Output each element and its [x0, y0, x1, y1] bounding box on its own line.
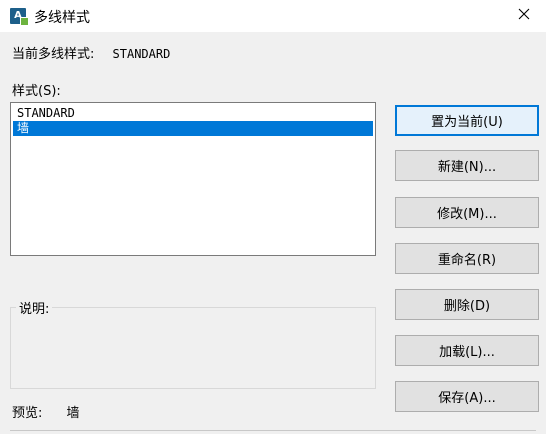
current-style-row: 当前多线样式: STANDARD: [12, 43, 170, 62]
rename-button[interactable]: 重命名(R): [395, 243, 539, 274]
set-current-button[interactable]: 置为当前(U): [395, 105, 539, 136]
modify-button[interactable]: 修改(M)...: [395, 197, 539, 228]
style-item-standard[interactable]: STANDARD: [13, 106, 373, 121]
styles-listbox[interactable]: STANDARD 墙: [10, 102, 376, 256]
delete-button[interactable]: 删除(D): [395, 289, 539, 320]
preview-label: 预览:: [12, 406, 43, 421]
styles-label: 样式(S):: [12, 84, 61, 99]
style-item-wall[interactable]: 墙: [13, 121, 373, 136]
new-button[interactable]: 新建(N)...: [395, 150, 539, 181]
current-style-value: STANDARD: [112, 47, 171, 61]
title-bar: A 多线样式: [0, 0, 546, 32]
description-label: 说明:: [16, 298, 53, 317]
save-button[interactable]: 保存(A)...: [395, 381, 539, 412]
app-icon: A: [10, 8, 29, 26]
bottom-divider: [10, 430, 536, 431]
preview-value: 墙: [66, 406, 80, 421]
description-box: [10, 307, 376, 389]
current-style-label: 当前多线样式:: [12, 47, 95, 62]
close-icon: [518, 8, 530, 24]
load-button[interactable]: 加载(L)...: [395, 335, 539, 366]
preview-row: 预览: 墙: [12, 402, 80, 421]
window-title: 多线样式: [34, 10, 90, 26]
close-button[interactable]: [510, 4, 538, 28]
